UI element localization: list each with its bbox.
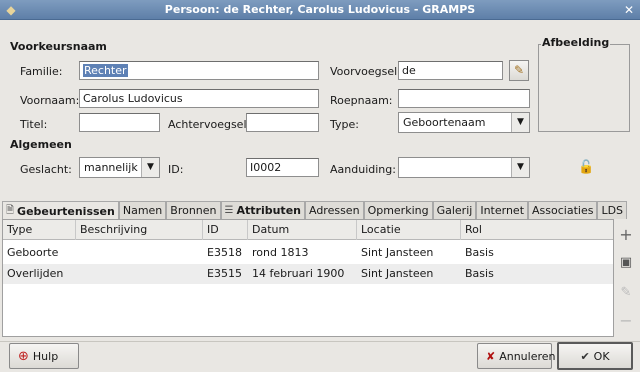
familie-field[interactable]: Rechter <box>79 61 319 80</box>
tab-namen[interactable]: Namen <box>118 201 167 219</box>
gender-value: mannelijk <box>84 161 138 174</box>
events-icon: 🗎 <box>6 204 15 216</box>
separator <box>0 341 640 342</box>
image-frame[interactable]: Afbeelding <box>538 36 630 132</box>
cell-beschrijving <box>76 243 203 263</box>
achtervoegsel-field[interactable] <box>246 113 319 132</box>
share-event-icon[interactable]: ▣ <box>616 252 636 274</box>
titel-field[interactable] <box>79 113 160 132</box>
cell-id: E3518 <box>207 246 242 259</box>
add-event-icon[interactable]: + <box>616 224 636 246</box>
voorvoegsel-label: Voorvoegsel: <box>330 65 401 78</box>
roepnaam-field[interactable] <box>398 89 530 108</box>
voornaam-label: Voornaam: <box>20 94 80 107</box>
column-header-locatie[interactable]: Locatie <box>357 220 461 240</box>
tab-bronnen[interactable]: Bronnen <box>166 201 221 219</box>
check-icon: ✔ <box>580 349 590 363</box>
help-button[interactable]: ⊕ Hulp <box>9 343 79 369</box>
table-header: Type Beschrijving ID Datum Locatie Rol <box>3 220 613 240</box>
voornaam-field[interactable]: Carolus Ludovicus <box>79 89 319 108</box>
gender-combo[interactable]: mannelijk ▼ <box>79 157 160 178</box>
tab-internet[interactable]: Internet <box>476 201 529 219</box>
cell-type: Geboorte <box>7 246 59 259</box>
cell-id: E3515 <box>207 267 242 280</box>
window-title: Persoon: de Rechter, Carolus Ludovicus -… <box>164 3 476 16</box>
lifebuoy-icon: ⊕ <box>18 348 29 364</box>
column-header-id[interactable]: ID <box>203 220 248 240</box>
tab-galerij[interactable]: Galerij <box>432 201 477 219</box>
titel-label: Titel: <box>20 118 48 131</box>
ok-label: OK <box>593 349 610 363</box>
tab-adressen[interactable]: Adressen <box>304 201 364 219</box>
chevron-down-icon[interactable]: ▼ <box>511 158 529 177</box>
preferred-name-heading: Voorkeursnaam <box>10 40 107 53</box>
marker-combo[interactable]: ▼ <box>398 157 530 178</box>
image-frame-label: Afbeelding <box>541 36 611 49</box>
tab-lds[interactable]: LDS <box>597 201 628 219</box>
remove-event-icon[interactable]: − <box>616 310 636 332</box>
cell-locatie: Sint Jansteen <box>361 267 434 280</box>
table-row[interactable]: Geboorte E3518 rond 1813 Sint Jansteen B… <box>3 243 613 263</box>
cell-type: Overlijden <box>7 267 64 280</box>
gramps-app-icon[interactable]: ◆ <box>4 3 18 17</box>
help-label: Hulp <box>32 349 59 363</box>
column-header-beschrijving[interactable]: Beschrijving <box>76 220 203 240</box>
tab-opmerking[interactable]: Opmerking <box>363 201 433 219</box>
cancel-button[interactable]: ✘ Annuleren <box>477 343 556 369</box>
tab-gebeurtenissen[interactable]: 🗎 Gebeurtenissen <box>2 201 119 220</box>
column-header-type[interactable]: Type <box>3 220 76 240</box>
column-header-rol[interactable]: Rol <box>461 220 613 240</box>
privacy-lock-icon[interactable]: 🔓 <box>578 160 594 175</box>
edit-name-icon[interactable]: ✎ <box>509 60 529 81</box>
chevron-down-icon[interactable]: ▼ <box>141 158 159 177</box>
notebook-tabs: 🗎 Gebeurtenissen Namen Bronnen ☰ Attribute… <box>2 201 628 220</box>
familie-label: Familie: <box>20 65 63 78</box>
voorvoegsel-field[interactable]: de <box>398 61 503 80</box>
events-table: Type Beschrijving ID Datum Locatie Rol G… <box>2 219 614 337</box>
cancel-x-icon: ✘ <box>486 349 496 363</box>
edit-event-icon[interactable]: ✎ <box>616 282 636 304</box>
window-titlebar: ◆ Persoon: de Rechter, Carolus Ludovicus… <box>0 0 640 20</box>
familie-value: Rechter <box>83 64 128 77</box>
geslacht-label: Geslacht: <box>20 163 72 176</box>
table-row[interactable]: Overlijden E3515 14 februari 1900 Sint J… <box>3 264 613 284</box>
close-icon[interactable]: ✕ <box>621 2 637 18</box>
type-label: Type: <box>330 118 359 131</box>
ok-button[interactable]: ✔ OK <box>557 342 633 370</box>
roepnaam-label: Roepnaam: <box>330 94 393 107</box>
cell-locatie: Sint Jansteen <box>361 246 434 259</box>
tab-associaties[interactable]: Associaties <box>528 201 598 219</box>
id-label: ID: <box>168 163 184 176</box>
cell-beschrijving <box>76 264 203 284</box>
cell-rol: Basis <box>465 246 494 259</box>
cancel-label: Annuleren <box>499 349 556 363</box>
attributes-icon: ☰ <box>224 205 234 216</box>
tab-attributen[interactable]: ☰ Attributen <box>220 201 305 219</box>
name-type-value: Geboortenaam <box>403 116 486 129</box>
aanduiding-label: Aanduiding: <box>330 163 396 176</box>
cell-rol: Basis <box>465 267 494 280</box>
cell-datum: 14 februari 1900 <box>252 267 345 280</box>
general-heading: Algemeen <box>10 138 72 151</box>
id-field[interactable]: I0002 <box>246 158 319 177</box>
cell-datum: rond 1813 <box>252 246 309 259</box>
column-header-datum[interactable]: Datum <box>248 220 357 240</box>
achtervoegsel-label: Achtervoegsel: <box>168 118 251 131</box>
chevron-down-icon[interactable]: ▼ <box>511 113 529 132</box>
name-type-combo[interactable]: Geboortenaam ▼ <box>398 112 530 133</box>
